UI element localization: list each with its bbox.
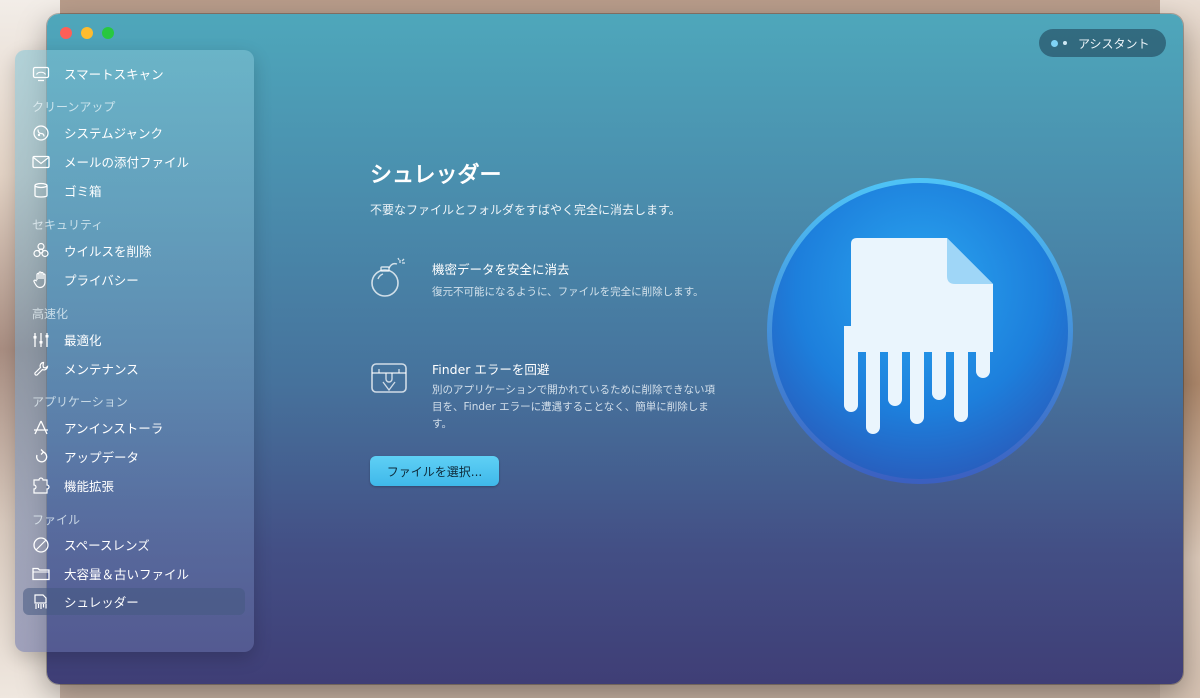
sidebar-section-security: セキュリティ xyxy=(32,218,104,232)
sidebar-item-label: ウイルスを削除 xyxy=(64,244,152,259)
sidebar-item-label: スマートスキャン xyxy=(64,67,164,82)
puzzle-icon xyxy=(31,476,51,496)
sidebar-item-label: プライバシー xyxy=(64,273,139,288)
feature-title-secure-erase: 機密データを安全に消去 xyxy=(432,262,570,277)
shredded-document-icon xyxy=(765,176,1075,486)
locked-box-icon xyxy=(369,358,409,398)
sidebar-item-mail-attachments[interactable]: メールの添付ファイル xyxy=(23,148,245,175)
sidebar-item-optimization[interactable]: 最適化 xyxy=(23,326,245,353)
sidebar-item-label: ゴミ箱 xyxy=(64,184,102,199)
sidebar-item-uninstaller[interactable]: アンインストーラ xyxy=(23,414,245,441)
window-controls xyxy=(60,27,114,39)
assistant-status-icon xyxy=(1051,39,1058,47)
sidebar-section-speed: 高速化 xyxy=(32,307,69,321)
feature-title-avoid-finder-errors: Finder エラーを回避 xyxy=(432,362,550,377)
sidebar-item-label: 大容量＆古いファイル xyxy=(64,567,190,582)
sidebar-item-label: スペースレンズ xyxy=(64,538,150,553)
close-window-button[interactable] xyxy=(60,27,72,39)
biohazard-icon xyxy=(31,241,51,261)
sidebar-item-label: アンインストーラ xyxy=(64,421,164,436)
sidebar-item-trash[interactable]: ゴミ箱 xyxy=(23,177,245,204)
update-arrow-icon xyxy=(31,447,51,467)
folder-icon xyxy=(31,564,51,584)
minimize-window-button[interactable] xyxy=(81,27,93,39)
sidebar-item-label: アップデータ xyxy=(64,450,140,465)
sidebar-item-system-junk[interactable]: システムジャンク xyxy=(23,119,245,146)
sidebar-item-space-lens[interactable]: スペースレンズ xyxy=(23,531,245,558)
wrench-icon xyxy=(31,359,51,379)
sidebar-item-shredder[interactable]: シュレッダー xyxy=(23,588,245,615)
monitor-scan-icon xyxy=(31,64,51,84)
sidebar-item-label: 最適化 xyxy=(64,333,102,348)
mail-icon xyxy=(31,152,51,172)
sidebar: スマートスキャン クリーンアップ システムジャンク メールの添付ファイル ゴミ箱… xyxy=(15,50,254,652)
hand-icon xyxy=(31,270,51,290)
sidebar-item-label: 機能拡張 xyxy=(64,479,115,494)
sidebar-item-privacy[interactable]: プライバシー xyxy=(23,266,245,293)
lens-icon xyxy=(31,535,51,555)
sidebar-section-files: ファイル xyxy=(32,513,81,527)
sidebar-item-extensions[interactable]: 機能拡張 xyxy=(23,472,245,499)
feature-desc-secure-erase: 復元不可能になるように、ファイルを完全に削除します。 xyxy=(432,286,704,298)
assistant-dot-icon xyxy=(1063,41,1067,45)
sidebar-item-updater[interactable]: アップデータ xyxy=(23,443,245,470)
sidebar-item-maintenance[interactable]: メンテナンス xyxy=(23,355,245,382)
trash-icon xyxy=(31,181,51,201)
system-junk-icon xyxy=(31,123,51,143)
page-title: シュレッダー xyxy=(370,163,502,188)
feature-desc-avoid-finder-errors: 別のアプリケーションで開かれているために削除できない項目を、Finder エラー… xyxy=(432,384,715,430)
sidebar-item-label: システムジャンク xyxy=(64,126,164,141)
zoom-window-button[interactable] xyxy=(102,27,114,39)
sidebar-section-applications: アプリケーション xyxy=(32,395,128,409)
sidebar-item-label: メールの添付ファイル xyxy=(64,155,190,170)
sidebar-item-remove-virus[interactable]: ウイルスを削除 xyxy=(23,237,245,264)
sidebar-item-label: シュレッダー xyxy=(64,595,139,610)
sidebar-item-smart-scan[interactable]: スマートスキャン xyxy=(23,60,245,87)
assistant-label: アシスタント xyxy=(1078,36,1150,51)
bomb-icon xyxy=(369,256,409,297)
app-store-icon xyxy=(31,418,51,438)
shredder-icon xyxy=(31,592,51,612)
page-subtitle: 不要なファイルとフォルダをすばやく完全に消去します。 xyxy=(370,203,681,217)
select-files-button[interactable]: ファイルを選択... xyxy=(370,456,499,486)
sidebar-item-large-old-files[interactable]: 大容量＆古いファイル xyxy=(23,560,245,587)
sidebar-item-label: メンテナンス xyxy=(64,362,139,377)
sliders-icon xyxy=(31,330,51,350)
assistant-button[interactable]: アシスタント xyxy=(1039,29,1166,57)
sidebar-section-cleanup: クリーンアップ xyxy=(32,100,116,114)
